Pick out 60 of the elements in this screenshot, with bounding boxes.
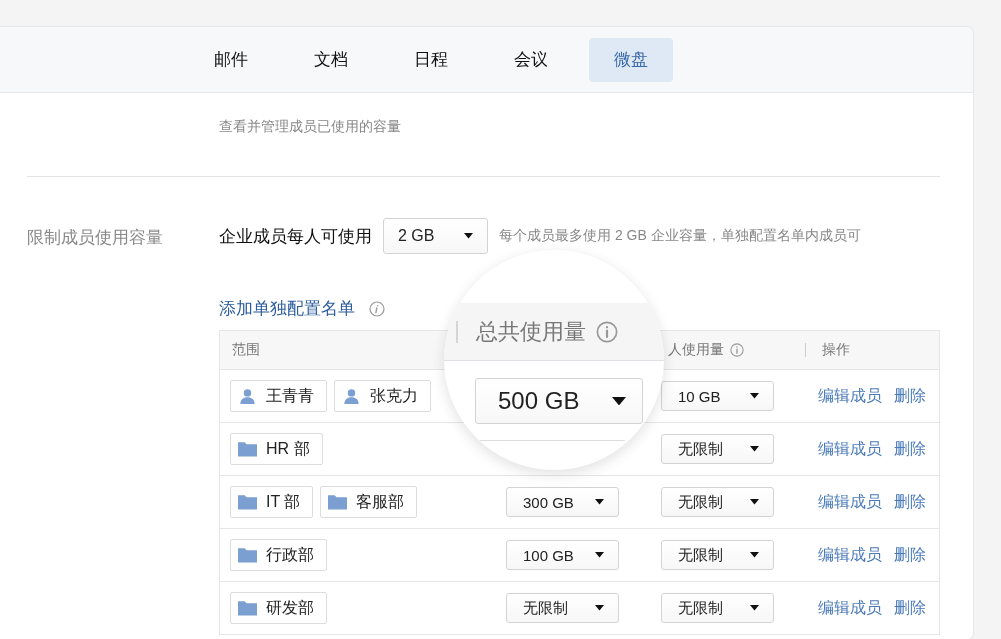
dropdown[interactable]: 10 GB	[661, 381, 774, 411]
caret-icon	[750, 446, 759, 452]
dropdown[interactable]: 无限制	[661, 487, 774, 517]
caret-icon	[595, 499, 604, 505]
tab[interactable]: 文档	[289, 37, 373, 82]
folder-icon	[238, 600, 257, 616]
caret-icon	[750, 605, 759, 611]
action-link[interactable]: 删除	[894, 491, 926, 513]
column-header: 操作	[822, 341, 850, 359]
action-link[interactable]: 编辑成员	[818, 544, 882, 566]
caret-icon	[750, 552, 759, 558]
folder-icon	[328, 494, 348, 510]
dropdown[interactable]: 300 GB	[506, 487, 619, 517]
column-header: 总共使用量	[476, 317, 586, 346]
folder-icon	[238, 547, 257, 563]
person-icon	[342, 388, 361, 404]
department-tag: 研发部	[230, 592, 327, 624]
folder-icon	[238, 441, 257, 457]
column-header: 范围	[232, 341, 260, 359]
tab[interactable]: 邮件	[189, 37, 273, 82]
dropdown[interactable]: 无限制	[661, 593, 774, 623]
field-label: 企业成员每人可使用	[219, 225, 372, 248]
action-link[interactable]: 删除	[894, 544, 926, 566]
info-icon	[596, 320, 618, 343]
caret-icon	[595, 605, 604, 611]
caret-icon	[595, 552, 604, 558]
tab[interactable]: 微盘	[589, 37, 673, 82]
member-tag: 张克力	[334, 380, 431, 412]
tab[interactable]: 会议	[489, 37, 573, 82]
caret-icon	[750, 499, 759, 505]
action-link[interactable]: 删除	[894, 597, 926, 619]
department-tag: 行政部	[230, 539, 327, 571]
caret-icon	[750, 393, 759, 399]
dropdown[interactable]: 无限制	[661, 434, 774, 464]
member-tag: 王青青	[230, 380, 327, 412]
folder-icon	[238, 494, 257, 510]
action-link[interactable]: 编辑成员	[818, 491, 882, 513]
info-icon	[369, 300, 385, 317]
add-list-link[interactable]: 添加单独配置名单	[219, 297, 355, 320]
department-tag: 客服部	[320, 486, 418, 518]
action-link[interactable]: 删除	[894, 385, 926, 407]
tab[interactable]: 日程	[389, 37, 473, 82]
action-link[interactable]: 编辑成员	[818, 438, 882, 460]
dropdown[interactable]: 无限制	[506, 593, 619, 623]
person-icon	[238, 388, 257, 404]
setting-label: 限制成员使用容量	[27, 227, 164, 249]
department-tag: HR 部	[230, 433, 323, 465]
caret-icon	[464, 233, 473, 239]
action-link[interactable]: 编辑成员	[818, 597, 882, 619]
help-text: 每个成员最多使用 2 GB 企业容量，单独配置名单内成员可	[499, 227, 861, 245]
action-link[interactable]: 删除	[894, 438, 926, 460]
action-link[interactable]: 编辑成员	[818, 385, 882, 407]
caret-icon	[612, 396, 626, 406]
dropdown[interactable]: 100 GB	[506, 540, 619, 570]
dropdown[interactable]: 2 GB	[383, 218, 488, 254]
section-description: 查看并管理成员已使用的容量	[219, 117, 402, 135]
dropdown[interactable]: 无限制	[661, 540, 774, 570]
department-tag: IT 部	[230, 486, 314, 518]
dropdown[interactable]: 500 GB	[475, 378, 643, 424]
column-header: 人使用量	[668, 341, 724, 359]
